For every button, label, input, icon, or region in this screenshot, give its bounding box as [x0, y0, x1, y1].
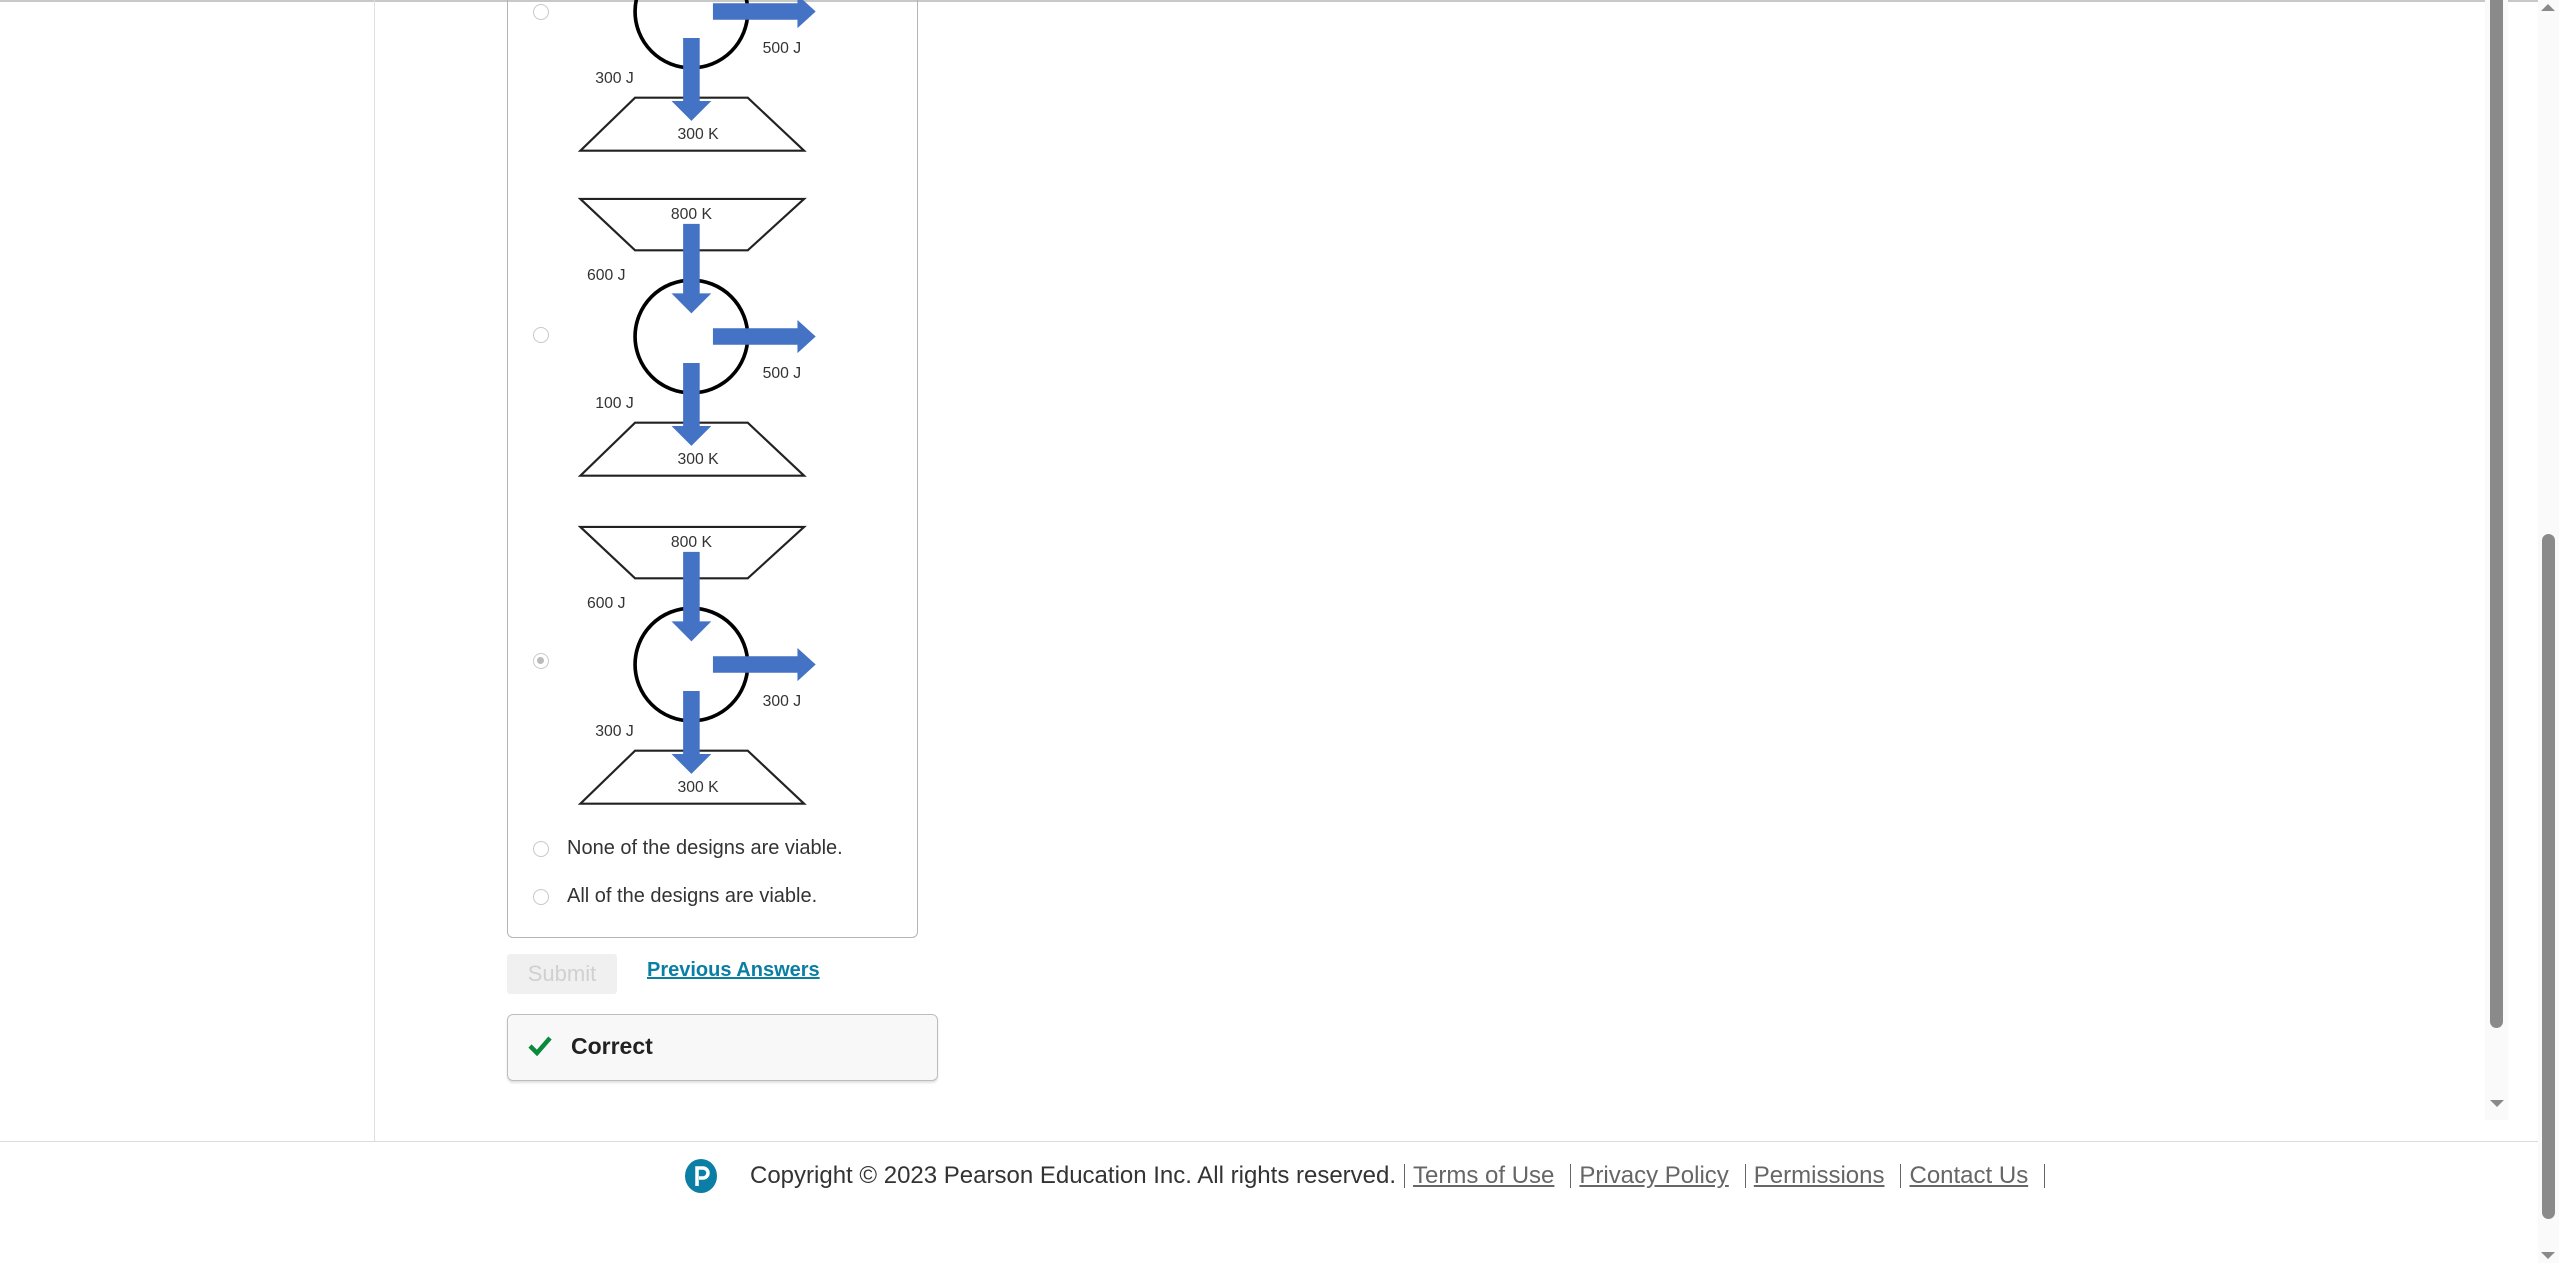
work-label: 500 J	[763, 365, 801, 382]
separator	[1404, 1164, 1406, 1188]
scroll-down-arrow-icon[interactable]	[2490, 1100, 2504, 1107]
separator	[1744, 1164, 1746, 1188]
separator	[1900, 1164, 1902, 1188]
hot-temp-label: 800 K	[671, 534, 713, 551]
page-scrollbar-thumb[interactable]	[2542, 534, 2555, 1219]
option-radio-all[interactable]	[533, 889, 549, 905]
scroll-up-arrow-icon[interactable]	[2541, 4, 2555, 11]
option-radio-3[interactable]	[533, 653, 549, 669]
separator	[1570, 1164, 1572, 1188]
option-radio-2[interactable]	[533, 327, 549, 343]
top-border	[0, 0, 2538, 2]
footer: Copyright © 2023 Pearson Education Inc. …	[684, 1158, 2046, 1194]
permissions-link[interactable]: Permissions	[1754, 1162, 1885, 1190]
option-radio-1[interactable]	[533, 4, 549, 20]
feedback-label: Correct	[571, 1033, 653, 1059]
separator	[2044, 1164, 2046, 1188]
inner-scrollbar[interactable]	[2485, 0, 2508, 1120]
heat-out-label: 100 J	[595, 395, 634, 412]
heat-in-label: 600 J	[587, 595, 626, 612]
hot-temp-label: 800 K	[671, 206, 713, 223]
inner-scrollbar-thumb[interactable]	[2490, 0, 2503, 1028]
work-out-arrow	[712, 647, 816, 682]
option-label-all[interactable]: All of the designs are viable.	[567, 885, 817, 908]
scroll-down-arrow-icon[interactable]	[2541, 1252, 2555, 1259]
heat-engine-diagram-3: 800 K 600 J 300 J 300 J 300 K	[578, 525, 816, 805]
cold-temp-label: 300 K	[677, 779, 719, 796]
previous-answers-link[interactable]: Previous Answers	[647, 959, 820, 982]
heat-out-label: 300 J	[595, 723, 634, 740]
work-label: 300 J	[763, 693, 801, 710]
page-scrollbar[interactable]	[2538, 0, 2559, 1263]
work-out-arrow	[712, 319, 816, 354]
contact-us-link[interactable]: Contact Us	[1909, 1162, 2028, 1190]
heat-out-label: 300 J	[595, 70, 634, 87]
submit-button[interactable]: Submit	[507, 954, 617, 994]
copyright-text: Copyright © 2023 Pearson Education Inc. …	[750, 1162, 1397, 1189]
heat-engine-diagram-1: 500 J 300 J 300 K	[578, 0, 816, 152]
pearson-logo	[685, 1159, 717, 1193]
option-radio-none[interactable]	[533, 841, 549, 857]
content-divider	[374, 0, 375, 1141]
heat-in-label: 600 J	[587, 267, 626, 284]
terms-of-use-link[interactable]: Terms of Use	[1413, 1162, 1554, 1190]
checkmark-icon	[528, 1036, 552, 1057]
feedback-correct: Correct	[507, 1014, 938, 1081]
cold-temp-label: 300 K	[677, 451, 719, 468]
work-label: 500 J	[763, 40, 801, 57]
privacy-policy-link[interactable]: Privacy Policy	[1579, 1162, 1728, 1190]
option-label-none[interactable]: None of the designs are viable.	[567, 837, 843, 860]
work-out-arrow	[712, 0, 816, 29]
footer-divider	[0, 1141, 2538, 1142]
heat-engine-diagram-2: 800 K 600 J 500 J 100 J 300 K	[578, 197, 816, 477]
cold-temp-label: 300 K	[677, 126, 719, 143]
